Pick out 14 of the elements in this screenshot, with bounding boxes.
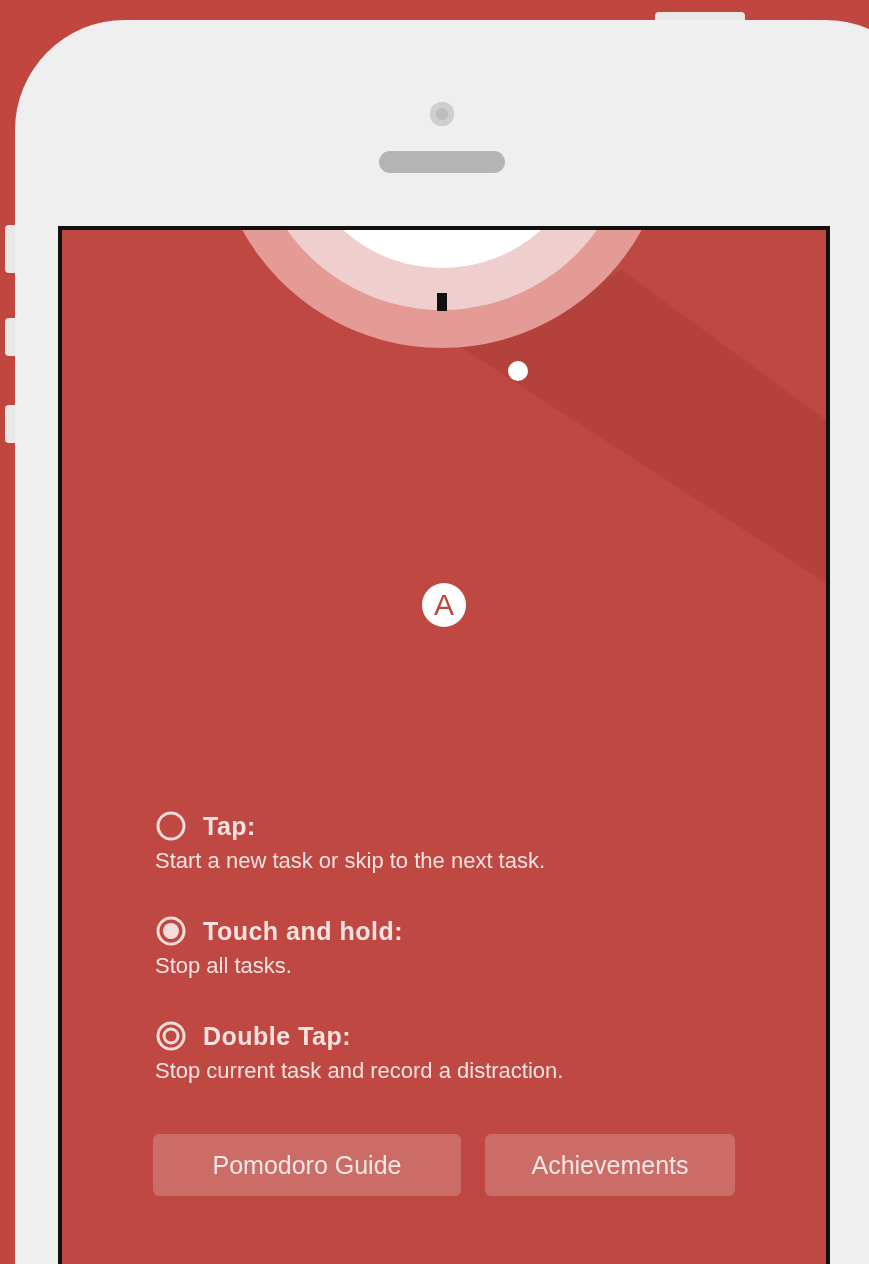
camera-icon	[430, 102, 454, 126]
double-ring-icon	[155, 1020, 187, 1053]
logo-letter: A	[422, 583, 466, 628]
achievements-button[interactable]: Achievements	[485, 1134, 735, 1197]
gesture-description: Start a new task or skip to the next task.	[155, 847, 547, 876]
gesture-description: Stop all tasks.	[155, 952, 293, 981]
ring-icon	[155, 810, 187, 843]
gesture-title: Touch and hold:	[203, 916, 404, 948]
dot-in-ring-icon	[155, 915, 187, 948]
gesture-title: Tap:	[203, 811, 256, 843]
gesture-description: Stop current task and record a distraction.	[155, 1057, 565, 1086]
timer-dot	[508, 361, 528, 382]
guide-button[interactable]: Pomodoro Guide	[153, 1134, 461, 1197]
gesture-title: Double Tap:	[203, 1021, 352, 1053]
